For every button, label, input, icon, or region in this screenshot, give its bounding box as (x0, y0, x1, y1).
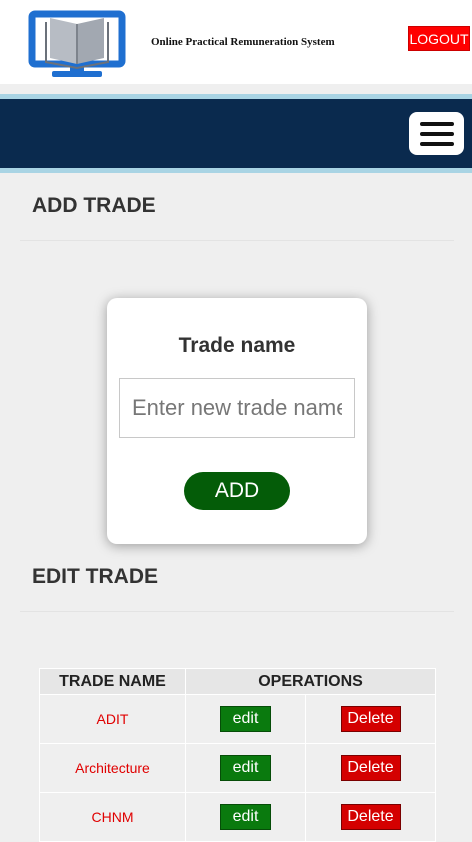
trade-name-cell: ADIT (39, 694, 186, 744)
hamburger-bar (419, 131, 454, 136)
monitor-book-icon[interactable] (28, 10, 126, 78)
trade-name-cell: CHNM (39, 792, 186, 842)
trade-name-input[interactable] (119, 378, 355, 438)
operations-column-header: OPERATIONS (184, 668, 437, 695)
table-row: ADIT edit Delete (39, 694, 437, 744)
hamburger-menu-icon[interactable] (409, 112, 464, 155)
delete-cell: Delete (304, 694, 437, 744)
navbar-bottom-accent (0, 168, 472, 173)
header: Online Practical Remuneration System LOG… (0, 0, 472, 84)
edit-cell: edit (185, 792, 306, 842)
navbar (0, 99, 472, 168)
hamburger-bar (419, 141, 454, 146)
add-trade-title: ADD TRADE (32, 194, 156, 217)
trade-name-column-header: TRADE NAME (39, 668, 186, 695)
edit-button[interactable]: edit (220, 706, 271, 732)
edit-button[interactable]: edit (220, 804, 271, 830)
table-row: CHNM edit Delete (39, 792, 437, 842)
delete-button[interactable]: Delete (340, 706, 401, 732)
edit-button[interactable]: edit (220, 755, 271, 781)
edit-cell: edit (185, 743, 306, 793)
edit-trade-title: EDIT TRADE (32, 565, 158, 588)
trade-name-cell: Architecture (39, 743, 186, 793)
site-title: Online Practical Remuneration System (151, 36, 335, 48)
add-trade-divider (20, 240, 454, 241)
hamburger-bar (419, 121, 454, 126)
edit-cell: edit (185, 694, 306, 744)
table-header-row: TRADE NAME OPERATIONS (39, 668, 437, 695)
delete-cell: Delete (304, 743, 437, 793)
logout-button[interactable]: LOGOUT (408, 26, 470, 51)
trade-table: TRADE NAME OPERATIONS ADIT edit Delete A… (39, 668, 437, 842)
trade-name-label: Trade name (178, 334, 296, 357)
table-row: Architecture edit Delete (39, 743, 437, 793)
add-trade-card: Trade name ADD (107, 298, 367, 544)
delete-cell: Delete (304, 792, 437, 842)
add-trade-button[interactable]: ADD (184, 472, 290, 510)
delete-button[interactable]: Delete (340, 804, 401, 830)
edit-trade-divider (20, 611, 454, 612)
delete-button[interactable]: Delete (340, 755, 401, 781)
